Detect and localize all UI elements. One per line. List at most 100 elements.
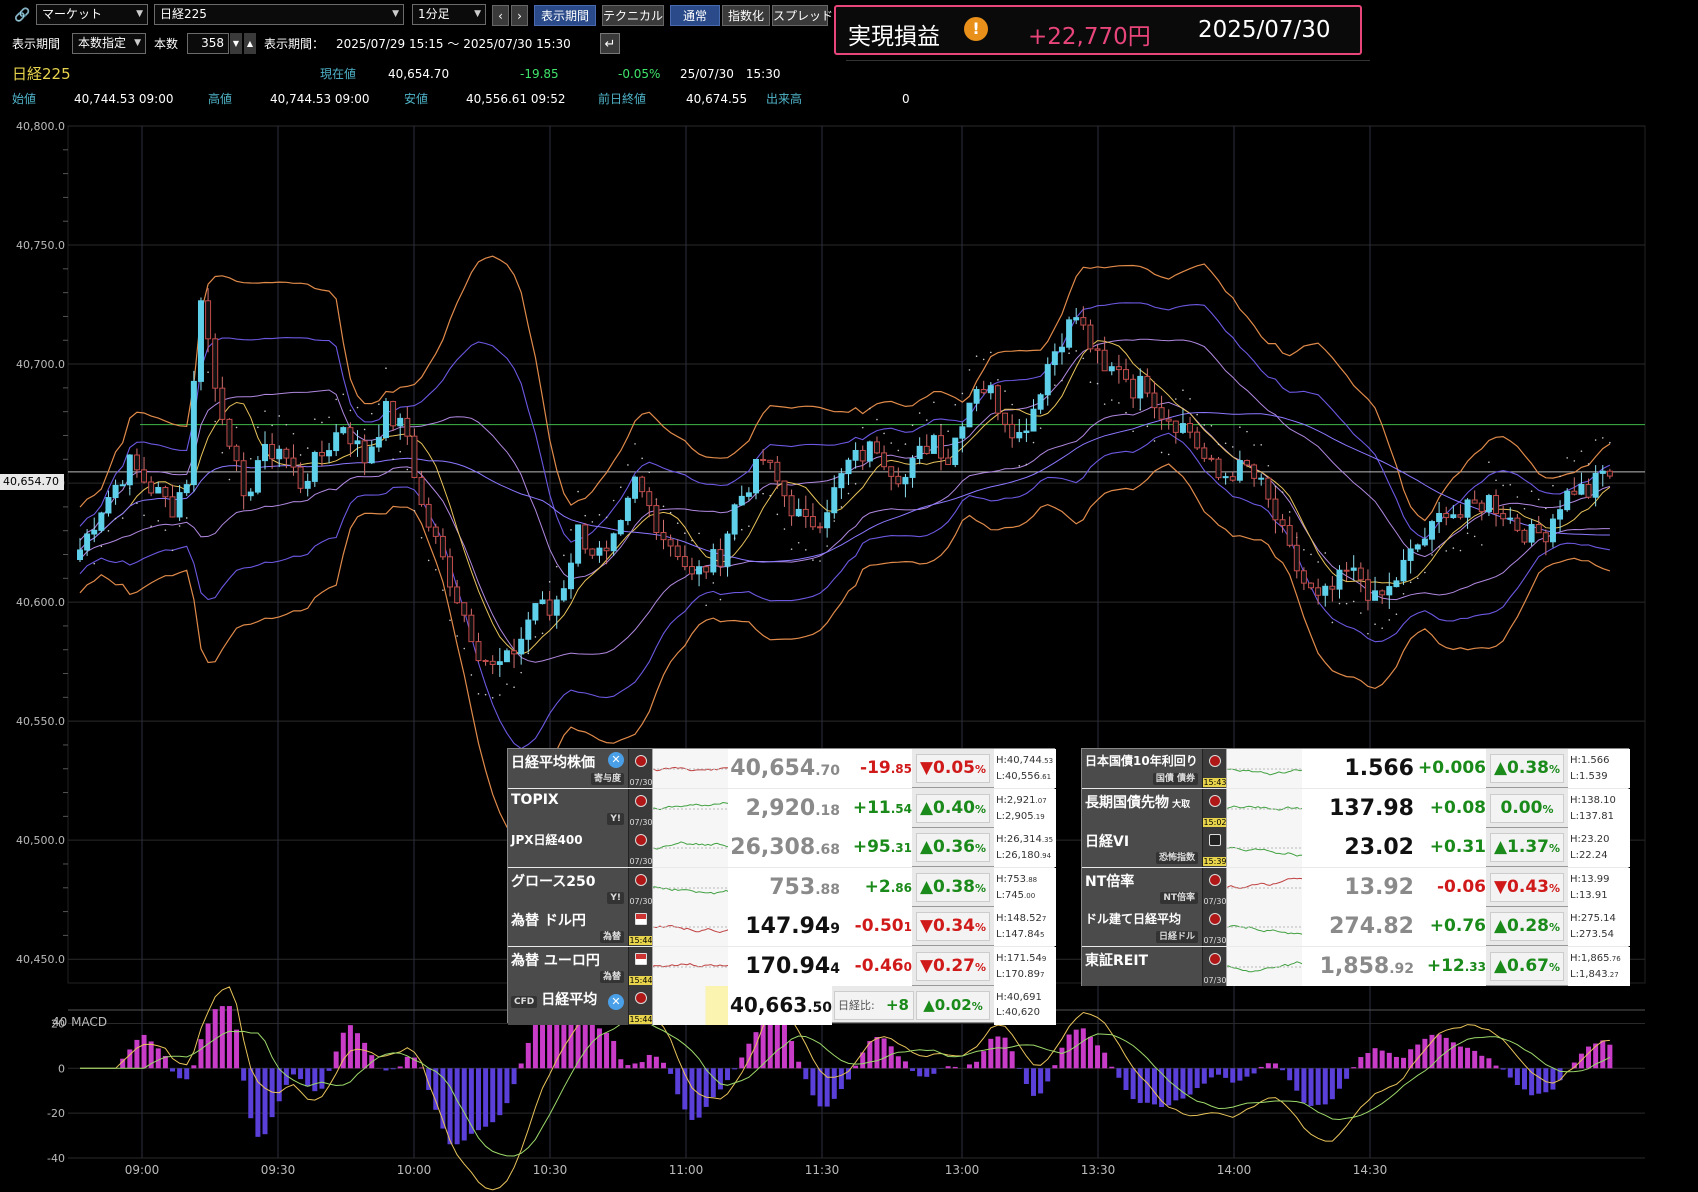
index-pct: ▼0.05% bbox=[916, 754, 990, 783]
index-high: H:753.88 bbox=[996, 872, 1056, 888]
trading-window: { "toolbar": { "market_select": "マーケット",… bbox=[0, 0, 1698, 1192]
close-icon[interactable]: ✕ bbox=[608, 994, 624, 1010]
macd-histogram-bar bbox=[824, 1068, 830, 1107]
macd-histogram-bar bbox=[1166, 1068, 1172, 1106]
index-name: NT倍率 bbox=[1085, 873, 1135, 890]
index-pct-value: ▲0.36 bbox=[919, 837, 975, 857]
index-row[interactable]: 長期国債先物 大取 15:02 137.98 +0.08 0.00% H:138.10 L:… bbox=[1082, 788, 1630, 828]
mini-sparkline[interactable] bbox=[652, 946, 730, 986]
index-row[interactable]: 日経平均株価 寄与度 ✕ 07/30 40,654.70 -19.85 ▼0.05% H:40… bbox=[508, 749, 1056, 788]
candle-body bbox=[425, 503, 432, 528]
macd-histogram-bar bbox=[966, 1064, 972, 1069]
index-button[interactable]: 指数化 bbox=[722, 5, 770, 26]
sar-dot bbox=[833, 520, 836, 522]
macd-histogram-bar bbox=[582, 1023, 588, 1069]
index-name-cell: 日経VI 恐怖指数 bbox=[1082, 828, 1202, 867]
macd-histogram-bar bbox=[853, 1065, 859, 1069]
sar-dot bbox=[456, 635, 458, 637]
index-row[interactable]: 日本国債10年利回り 国債 債券 15:43 1.566 +0.006 ▲0.38% H:1… bbox=[1082, 749, 1630, 788]
index-sub-badge: Y! bbox=[607, 812, 624, 825]
mini-sparkline[interactable] bbox=[652, 867, 730, 907]
candle-body bbox=[617, 520, 624, 535]
index-pct-value: ▼0.34 bbox=[919, 916, 975, 936]
sar-dot bbox=[249, 457, 252, 460]
index-row[interactable]: 日経VI 恐怖指数 15:39 23.02 +0.31 ▲1.37% H:23.20 L:22… bbox=[1082, 828, 1630, 867]
next-button[interactable]: › bbox=[511, 5, 528, 26]
close-icon[interactable]: ✕ bbox=[608, 752, 624, 768]
index-low-main: L:13.91 bbox=[1570, 889, 1608, 901]
candle-body bbox=[909, 458, 916, 478]
cfd-sparkline[interactable] bbox=[652, 986, 728, 1025]
candle-body bbox=[888, 466, 895, 477]
symbol-select[interactable]: 日経225 ▼ bbox=[154, 4, 404, 25]
bars-input[interactable]: 358 bbox=[187, 33, 229, 54]
mini-sparkline[interactable] bbox=[1226, 788, 1304, 828]
index-name: TOPIX bbox=[511, 791, 559, 808]
sar-dot bbox=[769, 494, 772, 497]
market-select[interactable]: マーケット ▼ bbox=[36, 4, 148, 25]
index-name-cell: グロース250 Y! bbox=[508, 867, 628, 907]
cfd-row[interactable]: CFD 日経平均 ✕ 15:44 40,663.50 日経比: +8 ▲0.02% H:40,… bbox=[508, 986, 1056, 1025]
mini-sparkline[interactable] bbox=[652, 788, 730, 828]
index-row[interactable]: グロース250 Y! 07/30 753.88 +2.86 ▲0.38% H:753.88 L… bbox=[508, 867, 1056, 907]
candle-body bbox=[482, 659, 489, 662]
candle-body bbox=[717, 549, 724, 567]
sar-dot bbox=[918, 412, 921, 414]
candle-body bbox=[112, 484, 119, 499]
index-value-main: 753 bbox=[769, 874, 816, 900]
candle-body bbox=[169, 496, 176, 518]
sar-dot bbox=[1167, 453, 1170, 456]
technical-button[interactable]: テクニカル bbox=[602, 5, 664, 26]
spread-button[interactable]: スプレッド bbox=[772, 5, 833, 26]
sar-dot bbox=[100, 545, 103, 548]
sar-dot bbox=[214, 420, 216, 423]
index-row[interactable]: 為替 ドル円 為替 15:44 147.949 -0.501 ▼0.34% H:148.52… bbox=[508, 907, 1056, 946]
index-row[interactable]: JPX日経400 07/30 26,308.68 +95.31 ▲0.36% H:26,3… bbox=[508, 828, 1056, 867]
index-low-main: L:1,843 bbox=[1570, 968, 1608, 980]
warning-icon[interactable]: ! bbox=[964, 17, 988, 41]
index-time: 07/30 bbox=[629, 896, 653, 906]
index-row[interactable]: 東証REIT 07/30 1,858.92 +12.33 ▲0.67% H:1,865.7… bbox=[1082, 946, 1630, 986]
index-row[interactable]: ドル建て日経平均 日経ドル 07/30 274.82 +0.76 ▲0.28% H:275.… bbox=[1082, 907, 1630, 946]
macd-histogram-bar bbox=[838, 1068, 844, 1090]
mini-sparkline[interactable] bbox=[652, 749, 730, 788]
bars-up-button[interactable]: ▲ bbox=[244, 33, 256, 54]
sar-dot bbox=[1516, 496, 1519, 498]
index-row[interactable]: 為替 ユーロ円 為替 15:44 170.944 -0.460 ▼0.27% H:171.5… bbox=[508, 946, 1056, 986]
link-icon[interactable]: 🔗 bbox=[14, 8, 30, 23]
mini-sparkline[interactable] bbox=[652, 907, 730, 946]
candle-body bbox=[1123, 369, 1130, 380]
interval-select[interactable]: 1分足 ▼ bbox=[412, 4, 486, 25]
index-low-decimal: 5 bbox=[1039, 931, 1045, 939]
bars-down-button[interactable]: ▼ bbox=[230, 33, 242, 54]
prev-button[interactable]: ‹ bbox=[492, 5, 509, 26]
sar-dot bbox=[812, 559, 814, 561]
candle-body bbox=[938, 435, 944, 459]
index-row[interactable]: NT倍率 NT倍率 07/30 13.92 -0.06 ▼0.43% H:13.99 L:13… bbox=[1082, 867, 1630, 907]
refresh-button[interactable]: ↵ bbox=[600, 33, 620, 54]
normal-button[interactable]: 通常 bbox=[670, 5, 720, 26]
mini-sparkline[interactable] bbox=[652, 828, 730, 867]
index-high-main: H:753 bbox=[996, 873, 1026, 885]
period-mode-select[interactable]: 本数指定 ▼ bbox=[72, 33, 146, 54]
mini-sparkline[interactable] bbox=[1226, 828, 1304, 867]
mini-sparkline[interactable] bbox=[1226, 749, 1304, 788]
index-row[interactable]: TOPIX Y! 07/30 2,920.18 +11.54 ▲0.40% H:2,921.… bbox=[508, 788, 1056, 828]
mini-sparkline[interactable] bbox=[1226, 946, 1304, 986]
macd-histogram-bar bbox=[1116, 1068, 1122, 1078]
index-name: グロース250 bbox=[511, 873, 596, 890]
sar-dot bbox=[1409, 581, 1412, 584]
mini-sparkline[interactable] bbox=[1226, 867, 1304, 907]
macd-histogram-bar bbox=[1059, 1047, 1065, 1069]
index-high-low: H:753.88 L:745.00 bbox=[994, 867, 1056, 907]
index-change: -0.06 bbox=[1414, 867, 1486, 907]
display-period-button[interactable]: 表示期間 bbox=[534, 5, 596, 26]
current-value: 40,654.70 bbox=[388, 67, 450, 81]
candle-body bbox=[1208, 457, 1215, 460]
sar-dot bbox=[342, 393, 345, 396]
index-value: 274.82 bbox=[1302, 907, 1414, 946]
sar-dot bbox=[876, 418, 878, 421]
mini-sparkline[interactable] bbox=[1226, 907, 1304, 946]
sar-dot bbox=[577, 490, 579, 493]
sar-dot bbox=[1381, 627, 1383, 629]
